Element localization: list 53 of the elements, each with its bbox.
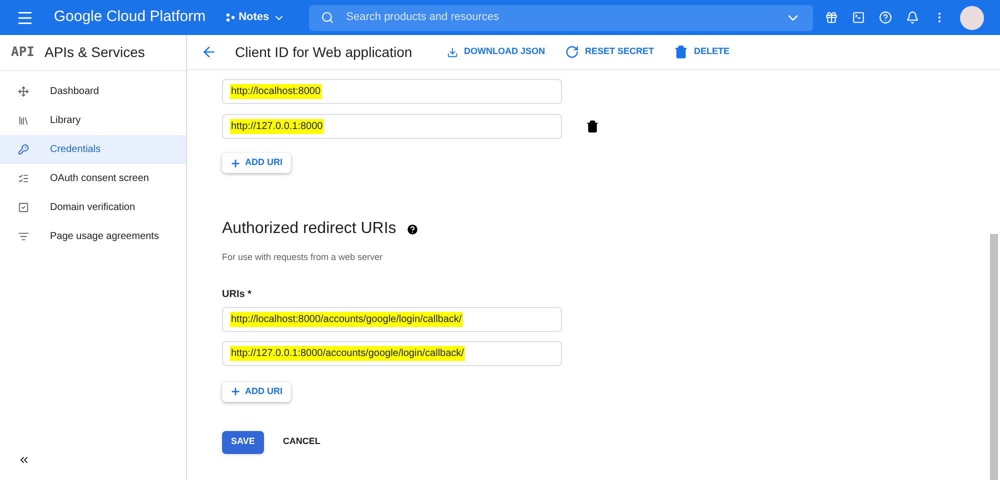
- filter-icon: [18, 231, 29, 242]
- library-icon: [18, 115, 29, 126]
- search-field[interactable]: Search products and resources: [346, 9, 773, 26]
- delete-icon[interactable]: [586, 120, 599, 133]
- uri-field[interactable]: http://localhost:8000: [222, 79, 562, 104]
- search-bar[interactable]: Search products and resources: [309, 4, 813, 30]
- trash-icon: [674, 45, 688, 59]
- uri-field[interactable]: http://127.0.0.1:8000: [222, 114, 562, 139]
- checkbox-icon: [18, 202, 29, 213]
- sidebar-item[interactable]: Dashboard: [0, 77, 186, 106]
- section-subtitle: For use with requests from a web server: [222, 251, 384, 264]
- sidebar-item[interactable]: Credentials: [0, 135, 186, 164]
- add-uri-button[interactable]: ADD URI: [222, 382, 290, 402]
- page-title: Client ID for Web application: [235, 42, 414, 62]
- uri-field[interactable]: http://localhost:8000/accounts/google/login/callback/: [222, 306, 562, 332]
- move-icon: [18, 86, 29, 97]
- toolbar-action[interactable]: RESET SECRET: [565, 45, 654, 59]
- help-icon[interactable]: [406, 222, 420, 236]
- sidebar-item[interactable]: OAuth consent screen: [0, 164, 186, 193]
- refresh-icon: [565, 45, 579, 59]
- terminal-icon[interactable]: [852, 11, 865, 24]
- section-heading: Authorized redirect URIs: [222, 219, 396, 239]
- back-icon[interactable]: [201, 44, 217, 60]
- search-icon: [321, 11, 334, 24]
- sidebar-item[interactable]: Page usage agreements: [0, 222, 186, 251]
- uri-value: http://localhost:8000: [230, 84, 322, 99]
- uri-value: http://127.0.0.1:8000/accounts/google/login/callback/: [230, 346, 465, 360]
- bell-icon[interactable]: [906, 11, 919, 24]
- sidebar-title: APIs & Services: [44, 43, 145, 62]
- save-button[interactable]: SAVE: [222, 430, 264, 454]
- checklist-icon: [18, 173, 29, 184]
- toolbar-action[interactable]: DOWNLOAD JSON: [447, 45, 545, 59]
- plus-icon: [230, 386, 241, 397]
- plus-icon: [230, 158, 241, 168]
- api-logo: API: [11, 44, 34, 62]
- dots-icon: [226, 13, 235, 22]
- gift-icon[interactable]: [825, 11, 838, 24]
- field-label: URIs *: [222, 288, 252, 302]
- toolbar-action[interactable]: DELETE: [674, 45, 730, 59]
- uri-field[interactable]: http://127.0.0.1:8000/accounts/google/login/callback/: [222, 340, 562, 366]
- product-name[interactable]: Google Cloud Platform: [54, 6, 206, 29]
- uri-value: http://127.0.0.1:8000: [230, 119, 324, 134]
- download-icon: [447, 46, 458, 58]
- avatar[interactable]: [960, 6, 984, 30]
- sidebar-item[interactable]: Library: [0, 106, 186, 135]
- project-selector[interactable]: Notes: [226, 9, 286, 26]
- scrollbar[interactable]: [990, 234, 998, 480]
- key-icon: [18, 144, 29, 155]
- sidebar-item[interactable]: Domain verification: [0, 193, 186, 222]
- uri-value: http://localhost:8000/accounts/google/login/callback/: [230, 312, 463, 326]
- add-uri-button[interactable]: ADD URI: [222, 153, 290, 173]
- collapse-icon[interactable]: [18, 454, 30, 466]
- cancel-button[interactable]: CANCEL: [280, 430, 322, 454]
